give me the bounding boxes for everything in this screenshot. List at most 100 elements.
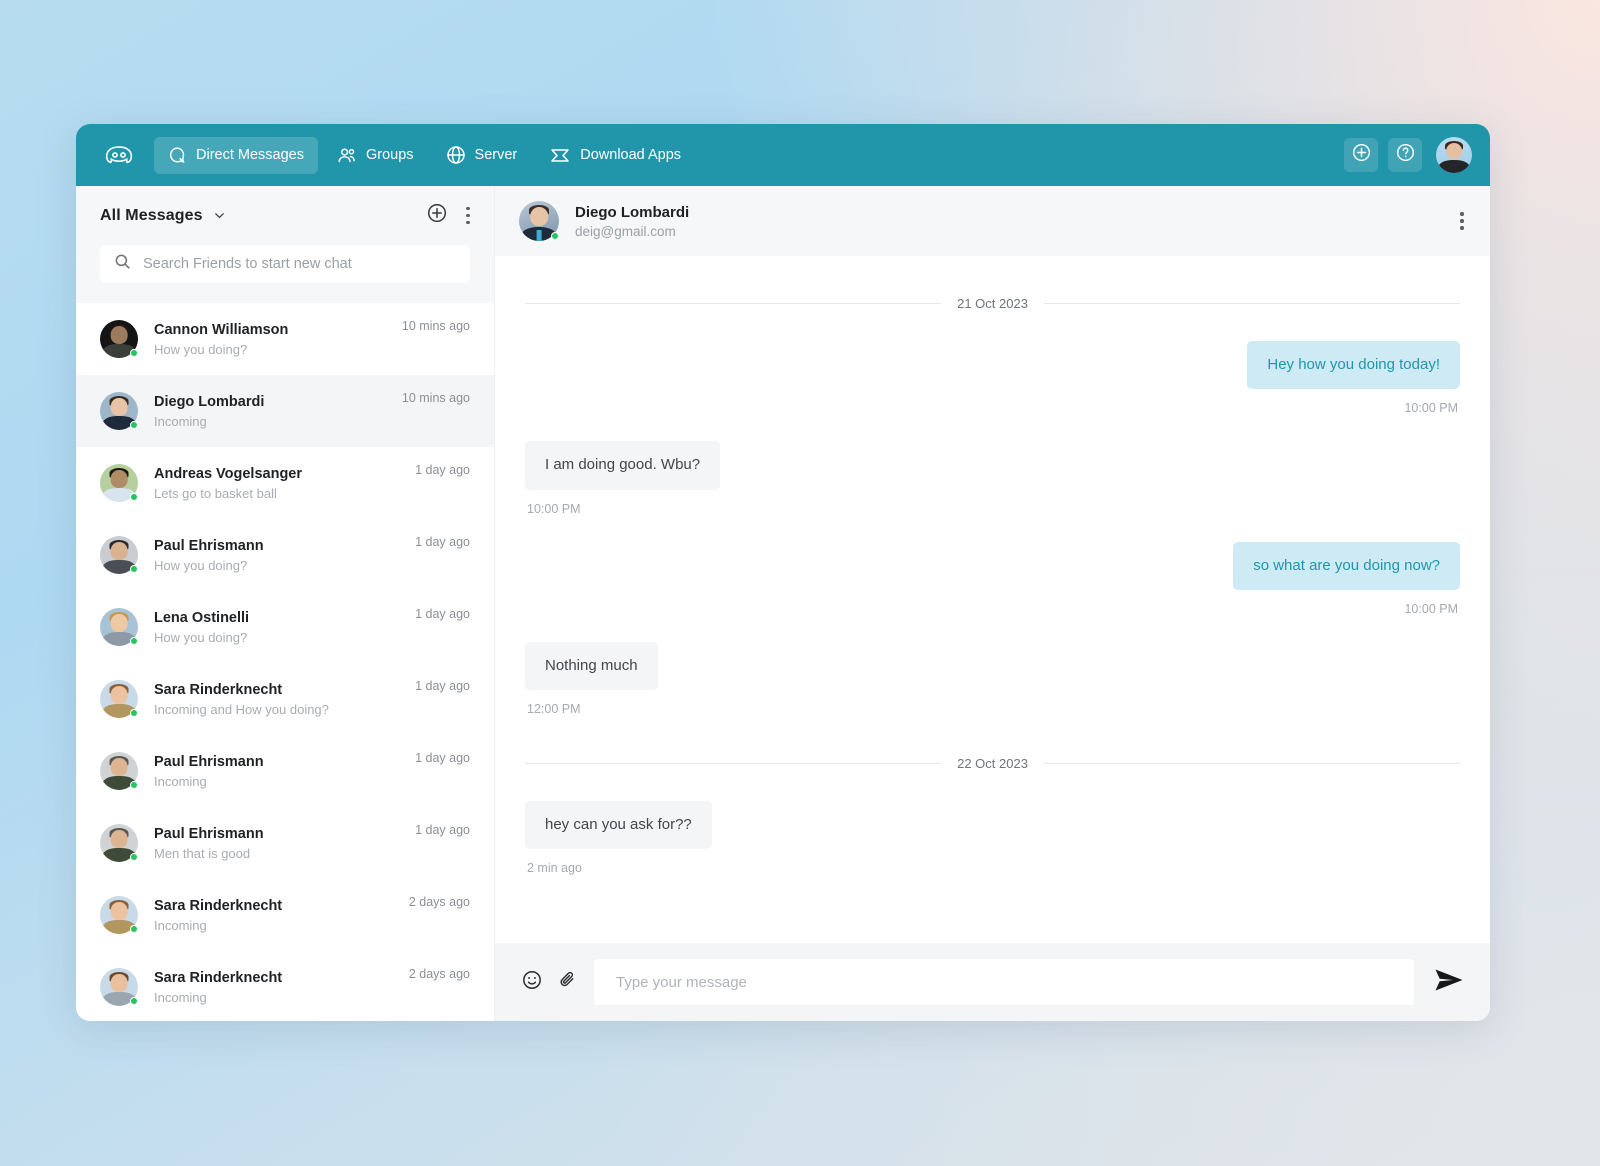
list-item-preview: Incoming (154, 413, 207, 429)
list-item[interactable]: Diego Lombardi Incoming 10 mins ago (76, 375, 494, 447)
list-item-name: Cannon Williamson (154, 321, 289, 338)
avatar-wrap (100, 680, 138, 718)
list-item-time: 10 mins ago (401, 391, 470, 405)
message-bubble[interactable]: Nothing much (525, 641, 658, 690)
avatar-wrap (100, 464, 138, 502)
emoji-smiley-icon (521, 969, 543, 996)
nav-item-download-apps[interactable]: Download Apps (535, 137, 695, 174)
chat-bubble-icon (168, 146, 187, 165)
chat-header: Diego Lombardi deig@gmail.com (495, 186, 1490, 256)
avatar-wrap (100, 968, 138, 1006)
message-input[interactable] (594, 959, 1414, 1005)
chat-header-name: Diego Lombardi (575, 203, 690, 221)
more-vertical-icon (466, 213, 470, 218)
attach-button[interactable] (557, 969, 578, 995)
list-item-texts: Andreas Vogelsanger Lets go to basket ba… (154, 466, 399, 501)
emoji-button[interactable] (521, 969, 543, 996)
list-item-name: Lena Ostinelli (154, 609, 250, 626)
list-item-texts: Paul Ehrismann Incoming (154, 754, 399, 789)
avatar-wrap (100, 320, 138, 358)
date-separator-label: 22 Oct 2023 (957, 756, 1028, 771)
chevron-down-icon[interactable] (213, 209, 226, 222)
avatar-wrap (100, 608, 138, 646)
message-bubble[interactable]: Hey how you doing today! (1247, 341, 1460, 390)
list-item[interactable]: Paul Ehrismann How you doing? 1 day ago (76, 519, 494, 591)
nav-item-direct-messages[interactable]: Direct Messages (154, 136, 318, 174)
incoming-message: I am doing good. Wbu? 10:00 PM (525, 441, 1460, 516)
list-item-preview: How you doing? (154, 341, 248, 357)
top-navbar: Direct Messages Groups Server Download A… (76, 124, 1490, 186)
people-icon (336, 146, 357, 165)
divider-line (525, 763, 942, 764)
search-friends-box[interactable] (100, 245, 470, 283)
list-item[interactable]: Andreas Vogelsanger Lets go to basket ba… (76, 447, 494, 519)
chat-more-button[interactable] (1460, 212, 1464, 230)
message-thread[interactable]: 21 Oct 2023 Hey how you doing today! 10:… (495, 256, 1490, 943)
list-item-name: Sara Rinderknecht (154, 969, 283, 986)
message-timestamp: 2 min ago (527, 861, 582, 876)
globe-icon (446, 145, 466, 165)
list-item[interactable]: Lena Ostinelli How you doing? 1 day ago (76, 591, 494, 663)
list-item-time: 1 day ago (415, 823, 470, 837)
nav-label-server: Server (474, 147, 518, 163)
sidebar-header-actions (426, 202, 470, 229)
new-chat-button[interactable] (426, 202, 448, 229)
sidebar-more-button[interactable] (466, 206, 470, 225)
online-status-indicator (130, 925, 138, 933)
search-input[interactable] (143, 256, 456, 272)
online-status-indicator (551, 232, 559, 240)
online-status-indicator (130, 421, 138, 429)
date-separator: 22 Oct 2023 (525, 756, 1461, 771)
avatar[interactable] (1436, 137, 1472, 173)
online-status-indicator (130, 565, 138, 573)
list-item[interactable]: Paul Ehrismann Men that is good 1 day ag… (76, 807, 494, 879)
date-separator: 21 Oct 2023 (525, 296, 1461, 311)
message-timestamp: 10:00 PM (1404, 401, 1458, 416)
list-item[interactable]: Sara Rinderknecht Incoming 2 days ago (76, 879, 494, 951)
nav-item-groups[interactable]: Groups (322, 137, 428, 174)
navbar-items: Direct Messages Groups Server Download A… (154, 136, 695, 174)
list-item-time: 1 day ago (415, 535, 470, 549)
list-item-preview: Incoming (154, 773, 207, 789)
add-button[interactable] (1344, 138, 1378, 172)
divider-line (1043, 303, 1461, 304)
list-item-name: Paul Ehrismann (154, 825, 264, 842)
list-item-name: Andreas Vogelsanger (154, 465, 303, 482)
message-bubble[interactable]: I am doing good. Wbu? (525, 441, 721, 490)
message-timestamp: 10:00 PM (527, 501, 581, 516)
question-circle-icon (1395, 142, 1416, 168)
list-item-time: 1 day ago (415, 751, 470, 765)
sidebar-header-row: All Messages (100, 202, 470, 229)
nav-label-groups: Groups (365, 147, 414, 163)
list-item[interactable]: Paul Ehrismann Incoming 1 day ago (76, 735, 494, 807)
search-icon (114, 253, 131, 275)
message-bubble[interactable]: so what are you doing now? (1233, 541, 1460, 590)
nav-item-server[interactable]: Server (432, 136, 532, 174)
list-item-preview: Men that is good (154, 845, 251, 861)
help-button[interactable] (1388, 138, 1422, 172)
list-item-time: 2 days ago (408, 967, 470, 981)
list-item-name: Sara Rinderknecht (154, 681, 283, 698)
conversations-sidebar: All Messages Search Friends to start new… (76, 186, 494, 1021)
messages-filter-label: All Messages (100, 206, 203, 224)
avatar-wrap (100, 896, 138, 934)
online-status-indicator (130, 493, 138, 501)
message-composer (495, 943, 1490, 1021)
list-item-name: Paul Ehrismann (154, 537, 264, 554)
message-timestamp: 10:00 PM (1404, 601, 1458, 616)
list-item-texts: Lena Ostinelli How you doing? (154, 610, 399, 645)
list-item[interactable]: Sara Rinderknecht Incoming 2 days ago (76, 951, 494, 1021)
list-item[interactable]: Sara Rinderknecht Incoming and How you d… (76, 663, 494, 735)
list-item[interactable]: Cannon Williamson How you doing? 10 mins… (76, 303, 494, 375)
conversation-list[interactable]: Cannon Williamson How you doing? 10 mins… (76, 303, 494, 1021)
list-item-texts: Sara Rinderknecht Incoming and How you d… (154, 682, 399, 717)
list-item-preview: How you doing? (154, 629, 248, 645)
list-item-time: 1 day ago (415, 463, 470, 477)
online-status-indicator (130, 997, 138, 1005)
paperclip-icon (557, 969, 578, 995)
avatar-wrap (100, 824, 138, 862)
message-bubble[interactable]: hey can you ask for?? (525, 801, 712, 850)
send-button[interactable] (1430, 967, 1464, 998)
chat-header-texts: Diego Lombardi deig@gmail.com (575, 204, 689, 239)
more-vertical-icon (466, 220, 470, 225)
